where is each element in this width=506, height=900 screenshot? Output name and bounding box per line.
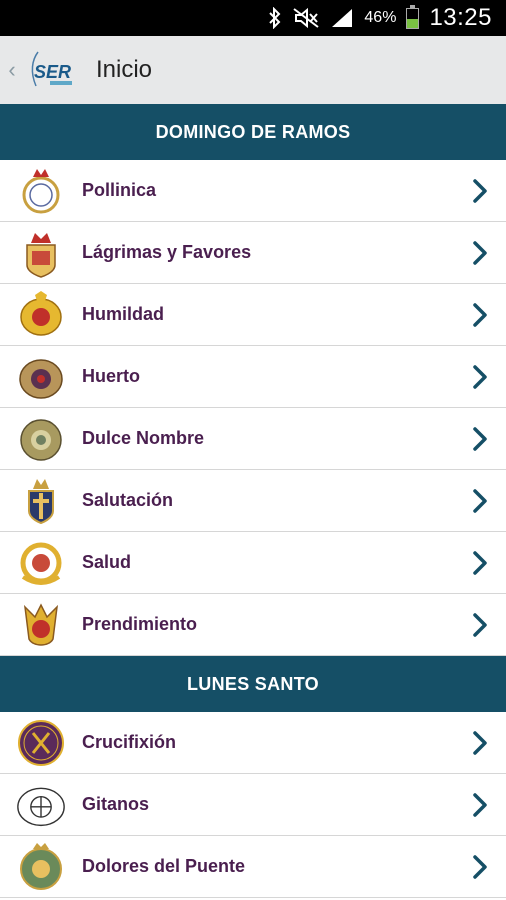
crest-icon (16, 717, 66, 769)
crest-icon (16, 599, 66, 651)
list-item-salutacion[interactable]: Salutación (0, 470, 506, 532)
battery-icon (406, 4, 420, 29)
list-item-crucifixion[interactable]: Crucifixión (0, 712, 506, 774)
list-item-label: Dulce Nombre (82, 428, 205, 448)
chevron-right-icon (472, 712, 488, 773)
list-item-dulce-nombre[interactable]: Dulce Nombre (0, 408, 506, 470)
list-item-huerto[interactable]: Huerto (0, 346, 506, 408)
status-bar: 46% 13:25 (0, 0, 506, 36)
chevron-right-icon (472, 160, 488, 221)
chevron-right-icon (472, 836, 488, 897)
page-title: Inicio (96, 56, 153, 83)
bluetooth-icon (268, 7, 282, 29)
crest-icon (16, 537, 66, 589)
crest-icon (16, 779, 66, 831)
list-item-label: Huerto (82, 366, 140, 386)
battery-percent: 46% (364, 9, 397, 26)
list-item-salud[interactable]: Salud (0, 532, 506, 594)
crest-icon (16, 351, 66, 403)
list-item-lagrimas-y-favores[interactable]: Lágrimas y Favores (0, 222, 506, 284)
chevron-right-icon (472, 470, 488, 531)
list-item-label: Gitanos (82, 794, 150, 814)
clock: 13:25 (429, 4, 492, 31)
mute-icon (292, 7, 320, 29)
chevron-right-icon (472, 532, 488, 593)
list-item-pollinica[interactable]: Pollinica (0, 160, 506, 222)
list-item-label: Prendimiento (82, 614, 198, 634)
crest-icon (16, 841, 66, 893)
list-item-label: Dolores del Puente (82, 856, 246, 876)
list-item-label: Humildad (82, 304, 165, 324)
list-item-gitanos[interactable]: Gitanos (0, 774, 506, 836)
list-item-humildad[interactable]: Humildad (0, 284, 506, 346)
list-item-prendimiento[interactable]: Prendimiento (0, 594, 506, 656)
chevron-right-icon (472, 408, 488, 469)
section-header-lunes-santo: LUNES SANTO (0, 656, 506, 712)
crest-icon (16, 475, 66, 527)
list-item-label: Pollinica (82, 180, 157, 200)
chevron-right-icon (472, 222, 488, 283)
chevron-right-icon (472, 594, 488, 655)
back-icon[interactable]: ‹ (2, 36, 22, 104)
signal-icon (330, 7, 354, 29)
list-item-label: Salutación (82, 490, 174, 510)
chevron-right-icon (472, 774, 488, 835)
chevron-right-icon (472, 284, 488, 345)
crest-icon (16, 165, 66, 217)
svg-text:SER: SER (34, 62, 71, 82)
list-item-label: Lágrimas y Favores (82, 242, 252, 262)
action-bar: ‹ SER Inicio (0, 36, 506, 104)
list-item-dolores-del-puente[interactable]: Dolores del Puente (0, 836, 506, 898)
procession-list: DOMINGO DE RAMOS Pollinica Lágrimas y Fa… (0, 104, 506, 898)
list-item-label: Crucifixión (82, 732, 177, 752)
chevron-right-icon (472, 346, 488, 407)
app-logo[interactable]: SER (22, 50, 82, 90)
crest-icon (16, 413, 66, 465)
crest-icon (16, 289, 66, 341)
list-item-label: Salud (82, 552, 132, 572)
section-header-domingo-de-ramos: DOMINGO DE RAMOS (0, 104, 506, 160)
crest-icon (16, 227, 66, 279)
